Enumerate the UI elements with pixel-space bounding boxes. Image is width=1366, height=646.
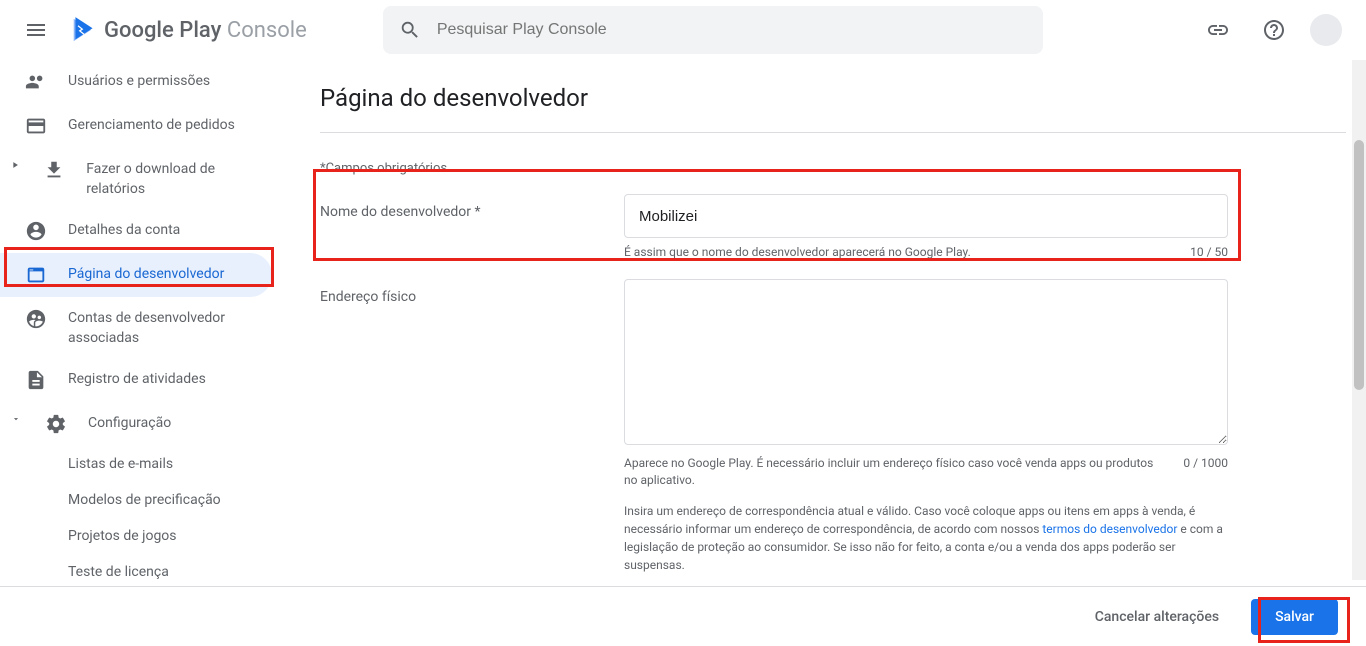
sidebar-sub-license[interactable]: Teste de licença [0,554,272,590]
sidebar-item-users[interactable]: Usuários e permissões [0,60,272,104]
sidebar-item-activity[interactable]: Registro de atividades [0,358,272,402]
logo-text-primary: Google Play [104,18,221,43]
menu-button[interactable] [16,10,56,50]
cancel-button[interactable]: Cancelar alterações [1079,599,1235,635]
sidebar-item-orders[interactable]: Gerenciamento de pedidos [0,104,272,148]
logo-text-secondary: Console [227,18,307,43]
logo[interactable]: Google Play Console [72,16,307,44]
sidebar-sub-games[interactable]: Projetos de jogos [0,518,272,554]
chevron-down-icon [11,414,21,424]
users-icon [25,71,47,93]
app-header: Google Play Console [0,0,1366,60]
mandatory-note: *Campos obrigatórios [320,161,1346,176]
sidebar-item-developer-page[interactable]: Página do desenvolvedor [0,253,272,297]
search-icon [399,19,421,41]
sidebar-sub-emails[interactable]: Listas de e-mails [0,446,272,482]
supervised-icon [25,308,47,330]
help-button[interactable] [1254,10,1294,50]
footer-actions: Cancelar alterações Salvar [0,586,1366,646]
dev-name-counter: 10 / 50 [1190,244,1228,261]
form-row-dev-name: Nome do desenvolvedor * É assim que o no… [320,194,1346,261]
help-icon [1262,18,1286,42]
document-icon [25,369,47,391]
play-console-logo-icon [72,16,96,44]
sidebar-item-label: Configuração [88,412,171,434]
gear-icon [45,413,67,435]
sidebar-item-label: Detalhes da conta [68,219,180,241]
form-row-address: Endereço físico Aparece no Google Play. … [320,279,1346,607]
sidebar-item-account[interactable]: Detalhes da conta [0,209,272,253]
main-content: Página do desenvolvedor *Campos obrigató… [280,60,1366,646]
sidebar-sub-pricing[interactable]: Modelos de precificação [0,482,272,518]
link-button[interactable] [1198,10,1238,50]
address-counter: 0 / 1000 [1183,455,1228,489]
search-box[interactable] [383,6,1043,54]
dev-name-input[interactable] [624,194,1228,238]
avatar[interactable] [1310,14,1342,46]
sidebar: Usuários e permissões Gerenciamento de p… [0,60,280,646]
scrollbar-thumb[interactable] [1354,140,1364,390]
chevron-right-icon [10,160,20,170]
header-actions [1198,10,1350,50]
account-icon [25,220,47,242]
download-icon [43,159,65,181]
sidebar-item-label: Página do desenvolvedor [68,263,224,285]
credit-card-icon [25,115,47,137]
search-input[interactable] [437,21,1027,39]
address-desc-1: Insira um endereço de correspondência at… [624,502,1228,574]
sidebar-item-label: Registro de atividades [68,368,206,390]
dev-name-hint: É assim que o nome do desenvolvedor apar… [624,244,1190,261]
address-hint: Aparece no Google Play. É necessário inc… [624,455,1183,489]
address-input[interactable] [624,279,1228,445]
dev-name-label: Nome do desenvolvedor * [320,194,600,261]
web-page-icon [25,264,47,286]
link-icon [1206,18,1230,42]
hamburger-icon [24,18,48,42]
sidebar-item-label: Contas de desenvolvedor associadas [68,307,256,348]
page-title: Página do desenvolvedor [320,60,1346,133]
sidebar-item-associated[interactable]: Contas de desenvolvedor associadas [0,297,272,358]
address-label: Endereço físico [320,279,600,607]
sidebar-item-config[interactable]: Configuração [0,402,272,446]
sidebar-item-label: Usuários e permissões [68,70,210,92]
save-button[interactable]: Salvar [1251,599,1338,635]
sidebar-item-download[interactable]: Fazer o download de relatórios [0,148,272,209]
sidebar-item-label: Gerenciamento de pedidos [68,114,235,136]
sidebar-item-label: Fazer o download de relatórios [86,158,256,199]
developer-terms-link[interactable]: termos do desenvolvedor [1042,522,1177,536]
